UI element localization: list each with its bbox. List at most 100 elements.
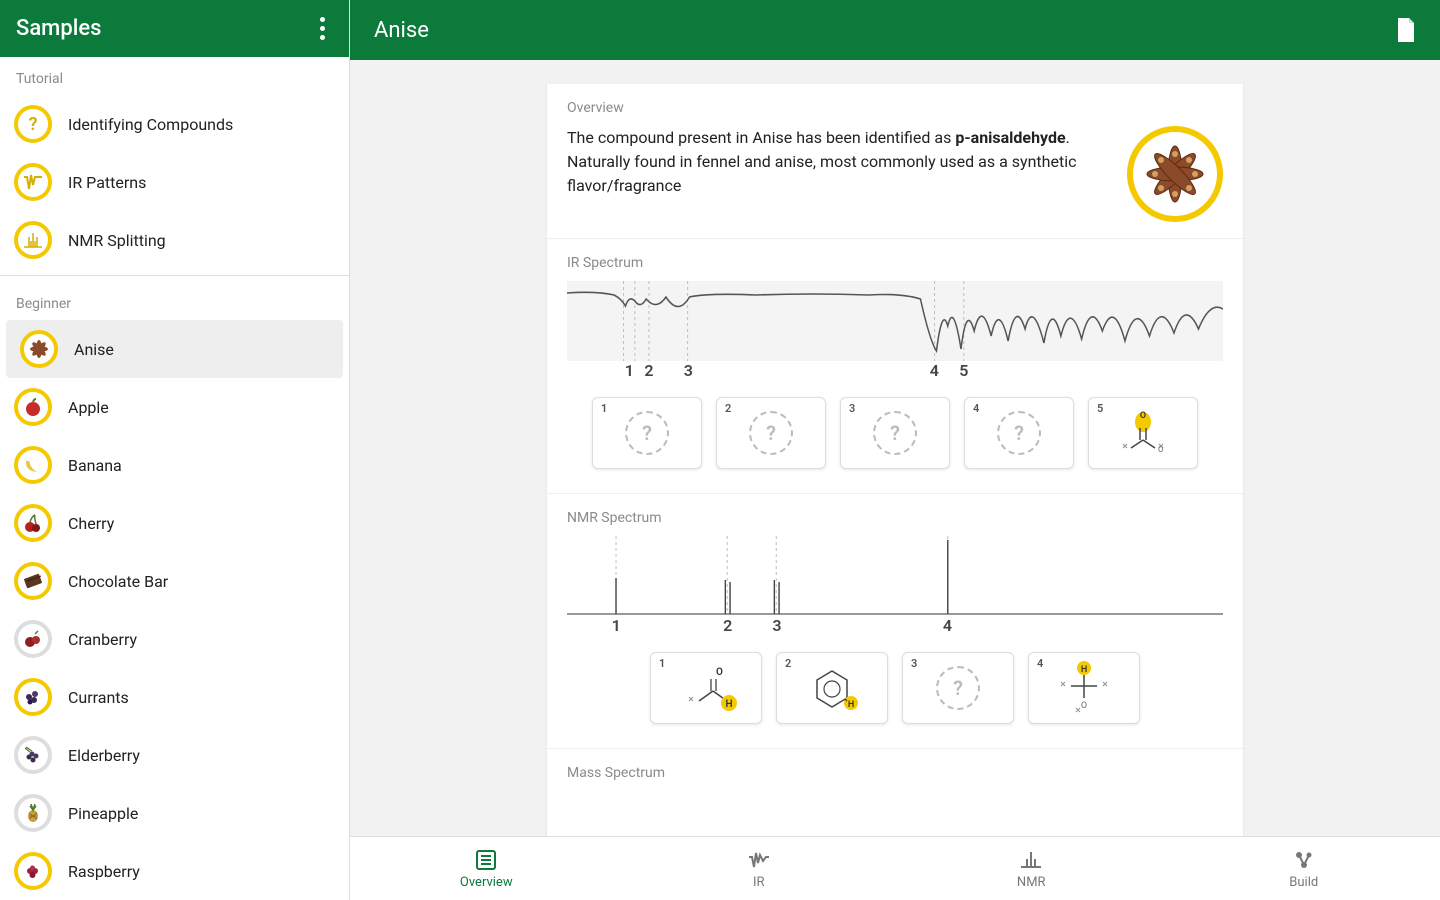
sidebar-item-label: Identifying Compounds: [68, 115, 233, 134]
sidebar-item-currants[interactable]: Currants: [0, 668, 349, 726]
sidebar-item-cranberry[interactable]: Cranberry: [0, 610, 349, 668]
aldehyde-h-icon: OH: [671, 661, 741, 716]
sidebar-title: Samples: [16, 16, 101, 41]
page-title: Anise: [374, 18, 429, 43]
benzene-h-icon: H: [797, 661, 867, 716]
sidebar-item-label: Apple: [68, 398, 109, 417]
sidebar-item-label: Cherry: [68, 514, 114, 533]
divider: [0, 275, 349, 276]
nmr-section: NMR Spectrum: [547, 494, 1243, 749]
tab-label: Overview: [460, 875, 513, 890]
nmr-peak-card-1[interactable]: 1 OH: [650, 652, 762, 724]
svg-text:H: H: [848, 700, 854, 710]
unknown-icon: ?: [873, 411, 917, 455]
section-title: NMR Spectrum: [567, 510, 1223, 526]
section-label-tutorial: Tutorial: [0, 57, 349, 95]
sidebar-item-ir-patterns[interactable]: IR Patterns: [0, 153, 349, 211]
ir-peak-card-2[interactable]: 2?: [716, 397, 826, 469]
sidebar-item-chocolate-bar[interactable]: Chocolate Bar: [0, 552, 349, 610]
tab-label: IR: [753, 875, 765, 890]
sidebar-item-banana[interactable]: Banana: [0, 436, 349, 494]
ir-section: IR Spectrum 1: [547, 239, 1243, 494]
cherry-icon: [14, 504, 52, 542]
main: Anise Overview The compound present in A…: [350, 0, 1440, 900]
unknown-icon: ?: [625, 411, 669, 455]
main-header: Anise: [350, 0, 1440, 60]
sidebar-item-label: Cranberry: [68, 630, 137, 649]
sidebar-item-raspberry[interactable]: Raspberry: [0, 842, 349, 900]
svg-text:H: H: [1081, 665, 1087, 675]
tab-build[interactable]: Build: [1168, 837, 1440, 900]
tab-overview[interactable]: Overview: [350, 837, 623, 900]
sidebar-item-label: Banana: [68, 456, 122, 475]
banana-icon: [14, 446, 52, 484]
currants-icon: [14, 678, 52, 716]
section-title: IR Spectrum: [567, 255, 1223, 271]
apple-icon: [14, 388, 52, 426]
elderberry-icon: [14, 736, 52, 774]
sidebar-item-label: NMR Splitting: [68, 231, 166, 250]
sidebar: Samples Tutorial ? Identifying Compounds…: [0, 0, 350, 900]
sidebar-item-label: Currants: [68, 688, 129, 707]
sidebar-item-elderberry[interactable]: Elderberry: [0, 726, 349, 784]
och3-icon: HO: [1049, 658, 1119, 718]
chocolate-icon: [14, 562, 52, 600]
overview-text: The compound present in Anise has been i…: [567, 126, 1107, 198]
pineapple-icon: [14, 794, 52, 832]
nmr-peak-card-3[interactable]: 3?: [902, 652, 1014, 724]
raspberry-icon: [14, 852, 52, 890]
section-title: Overview: [567, 100, 1223, 116]
ir-peak-card-5[interactable]: 5 OO: [1088, 397, 1198, 469]
svg-text:O: O: [716, 667, 723, 678]
sidebar-item-label: Elderberry: [68, 746, 140, 765]
nmr-axis-labels: 1 2 3 4: [567, 616, 1223, 640]
sidebar-item-anise[interactable]: Anise: [6, 320, 343, 378]
svg-text:O: O: [1081, 701, 1087, 711]
ir-axis-labels: 1 2 3 4 5: [567, 361, 1223, 385]
question-icon: ?: [14, 105, 52, 143]
cranberry-icon: [14, 620, 52, 658]
sidebar-header: Samples: [0, 0, 349, 57]
sidebar-item-label: Anise: [74, 340, 114, 359]
tab-label: NMR: [1017, 875, 1046, 890]
anise-badge: [1127, 126, 1223, 222]
section-title: Mass Spectrum: [567, 765, 1223, 781]
content-scroll[interactable]: Overview The compound present in Anise h…: [350, 60, 1440, 900]
overview-section: Overview The compound present in Anise h…: [547, 84, 1243, 239]
overflow-menu-icon[interactable]: [312, 9, 333, 48]
sidebar-item-pineapple[interactable]: Pineapple: [0, 784, 349, 842]
bottom-tabs: Overview IR NMR Build: [350, 836, 1440, 900]
ir-icon: [14, 163, 52, 201]
nmr-peak-card-4[interactable]: 4 HO: [1028, 652, 1140, 724]
section-label-beginner: Beginner: [0, 282, 349, 320]
ir-spectrum-chart[interactable]: [567, 281, 1223, 361]
tab-nmr[interactable]: NMR: [895, 837, 1168, 900]
nmr-peak-card-2[interactable]: 2 H: [776, 652, 888, 724]
svg-text:O: O: [1140, 411, 1146, 421]
unknown-icon: ?: [997, 411, 1041, 455]
ir-peak-card-3[interactable]: 3?: [840, 397, 950, 469]
svg-text:O: O: [1158, 445, 1164, 454]
nmr-spectrum-chart[interactable]: [567, 536, 1223, 616]
sidebar-item-nmr-splitting[interactable]: NMR Splitting: [0, 211, 349, 269]
ir-peak-card-4[interactable]: 4?: [964, 397, 1074, 469]
sidebar-item-label: Raspberry: [68, 862, 140, 881]
ir-peak-card-1[interactable]: 1?: [592, 397, 702, 469]
mass-section: Mass Spectrum: [547, 749, 1243, 807]
sidebar-item-label: Pineapple: [68, 804, 138, 823]
svg-text:H: H: [725, 699, 732, 710]
nmr-peak-cards: 1 OH 2 H 3? 4 HO: [567, 640, 1223, 728]
ir-peak-cards: 1? 2? 3? 4? 5 OO: [567, 385, 1223, 473]
anise-icon: [20, 330, 58, 368]
sidebar-item-apple[interactable]: Apple: [0, 378, 349, 436]
nmr-icon: [14, 221, 52, 259]
tab-label: Build: [1289, 875, 1318, 890]
carbonyl-icon: OO: [1113, 408, 1173, 458]
unknown-icon: ?: [936, 666, 980, 710]
document-icon[interactable]: [1396, 18, 1416, 42]
sidebar-item-identifying-compounds[interactable]: ? Identifying Compounds: [0, 95, 349, 153]
tab-ir[interactable]: IR: [623, 837, 896, 900]
unknown-icon: ?: [749, 411, 793, 455]
sidebar-item-label: Chocolate Bar: [68, 572, 168, 591]
sidebar-item-cherry[interactable]: Cherry: [0, 494, 349, 552]
